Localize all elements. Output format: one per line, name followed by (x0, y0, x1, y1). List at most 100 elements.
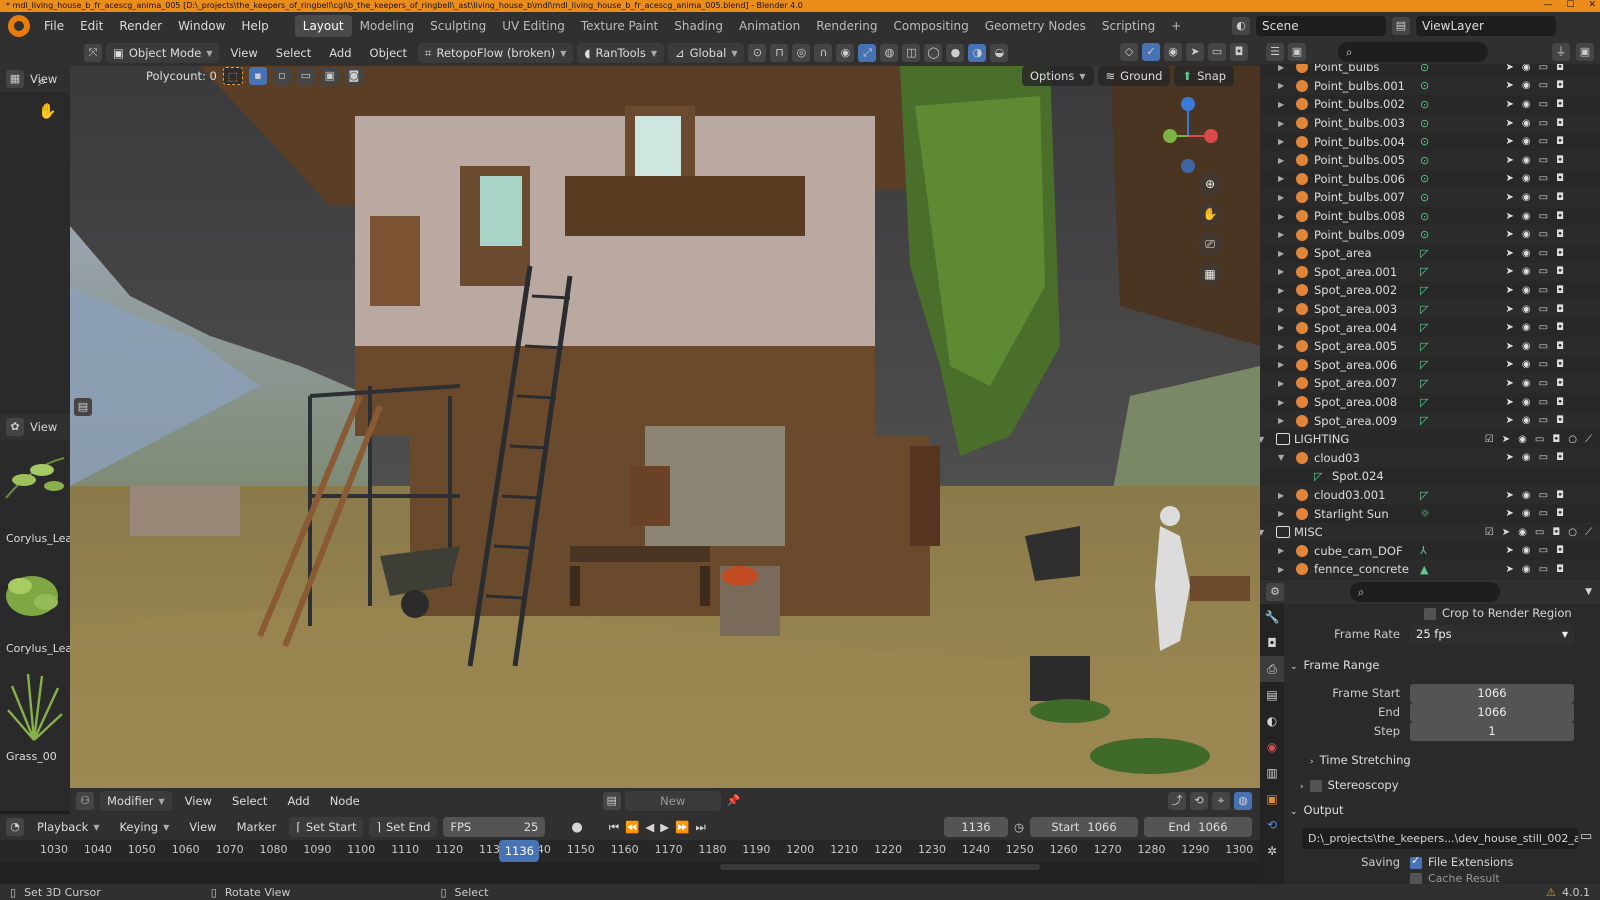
render-camera-icon[interactable]: ◘ (1556, 64, 1564, 73)
select-box-icon[interactable]: ⬚ (222, 67, 243, 85)
selectable-icon[interactable]: ➤ (1506, 564, 1514, 575)
eye-icon[interactable]: ◉ (1522, 359, 1531, 370)
expand-right-icon[interactable]: ▶ (1278, 100, 1284, 109)
file-extensions-toggle[interactable]: File Extensions (1410, 854, 1513, 869)
eye-icon[interactable]: ◉ (1522, 118, 1531, 129)
outliner-row[interactable]: ▶ fennce_concrete ▲ ➤ ◉ ▭ ◘ (1260, 560, 1600, 579)
expand-right-icon[interactable]: ▶ (1278, 156, 1284, 165)
properties-search-input[interactable]: ⌕ (1350, 582, 1500, 602)
lamp-point-icon[interactable]: ⊙ (1420, 191, 1429, 204)
expand-right-icon[interactable]: ▶ (1278, 360, 1284, 369)
outliner-row[interactable]: ▶ Spot_area.002 ◸ ➤ ◉ ▭ ◘ (1260, 281, 1600, 300)
zoom-in-icon[interactable]: ⊕ (1198, 172, 1222, 196)
selectable-icon[interactable]: ➤ (1506, 285, 1514, 296)
select-extend-icon[interactable]: ▫ (272, 67, 291, 85)
expand-right-icon[interactable]: ▶ (1278, 305, 1284, 314)
time-stretching-panel-header[interactable]: › Time Stretching (1310, 753, 1411, 767)
render-camera-icon[interactable]: ◘ (1556, 359, 1564, 370)
selectable-icon[interactable]: ➤ (1506, 452, 1514, 463)
pivot-icon[interactable]: ⊙ (748, 44, 767, 62)
view-layer-tab-icon[interactable]: ▤ (1260, 682, 1284, 708)
outliner-row[interactable]: ▶ Spot_area.001 ◸ ➤ ◉ ▭ ◘ (1260, 262, 1600, 282)
expand-right-icon[interactable]: ▶ (1278, 398, 1284, 407)
material-shading-icon[interactable]: ◑ (968, 44, 987, 62)
eye-icon[interactable]: ◉ (1522, 64, 1531, 73)
output-tab-icon[interactable]: ⎙ (1260, 656, 1284, 682)
exclude-checkbox-icon[interactable]: ☑ (1485, 434, 1494, 445)
expand-right-icon[interactable]: ▶ (1278, 119, 1284, 128)
outliner-row[interactable]: ▶ Starlight Sun ☼ ➤ ◉ ▭ ◘ (1260, 504, 1600, 523)
stereoscopy-checkbox[interactable] (1309, 779, 1322, 792)
outliner-row[interactable]: ▶ Spot_area ◸ ➤ ◉ ▭ ◘ (1260, 244, 1600, 263)
menu-window[interactable]: Window (170, 19, 233, 33)
viewport-icon[interactable]: ▭ (1535, 527, 1544, 538)
lamp-spot-icon[interactable]: ◸ (1420, 265, 1428, 278)
select-intersect-icon[interactable]: ◙ (344, 67, 363, 85)
expand-right-icon[interactable]: ▶ (1278, 509, 1284, 518)
falloff-icon[interactable]: ∩ (814, 44, 833, 62)
solid-shading-icon[interactable]: ● (946, 44, 965, 62)
selectable-icon[interactable]: ➤ (1506, 397, 1514, 408)
xray-icon[interactable]: ◫ (902, 44, 921, 62)
frame-step-field[interactable]: 1 (1410, 721, 1574, 741)
play-reverse-icon[interactable]: ◀ (645, 820, 654, 834)
navigation-gizmo[interactable] (1148, 94, 1228, 174)
render-camera-icon[interactable]: ◘ (1556, 248, 1564, 259)
holdout-icon[interactable]: ○ (1568, 527, 1577, 538)
frame-rate-select[interactable]: 25 fps ▼ (1410, 624, 1574, 644)
expand-right-icon[interactable]: ▶ (1278, 137, 1284, 146)
options-menu[interactable]: Options ▼ (1022, 66, 1094, 86)
asset-thumbnail[interactable] (2, 666, 66, 744)
outliner-row[interactable]: ▶ Spot_area.004 ◸ ➤ ◉ ▭ ◘ (1260, 318, 1600, 337)
timeline-menu-playback[interactable]: Playback ▼ (30, 817, 106, 837)
properties-editor-type-icon[interactable]: ⚙ (1266, 583, 1284, 601)
expand-right-icon[interactable]: ▶ (1278, 64, 1284, 72)
viewport-icon[interactable]: ▭ (1539, 211, 1548, 222)
checkbox-filter-icon[interactable]: ✓ (1142, 43, 1160, 61)
expand-right-icon[interactable]: ▶ (1278, 230, 1284, 239)
viewport-menu-object[interactable]: Object (363, 43, 414, 63)
eye-icon[interactable]: ◉ (1522, 155, 1531, 166)
viewport-icon[interactable]: ▭ (1539, 490, 1548, 501)
workspace-tab-rendering[interactable]: Rendering (808, 15, 885, 37)
eye-icon[interactable]: ◉ (1522, 397, 1531, 408)
modifier-tab-icon[interactable]: ⟲ (1260, 812, 1284, 838)
outliner-row[interactable]: ▶ Point_bulbs.007 ⊙ ➤ ◉ ▭ ◘ (1260, 188, 1600, 207)
warning-icon[interactable]: ⚠ (1546, 886, 1556, 899)
lamp-spot-icon[interactable]: ◸ (1420, 489, 1428, 502)
add-workspace-icon[interactable]: + (1163, 15, 1189, 37)
selectable-icon[interactable]: ➤ (1506, 80, 1514, 91)
indirect-icon[interactable]: ⟋ (1585, 527, 1592, 538)
viewport-icon[interactable]: ▭ (1539, 452, 1548, 463)
render-camera-icon[interactable]: ◘ (1556, 192, 1564, 203)
eye-icon[interactable]: ◉ (1522, 211, 1531, 222)
lamp-point-icon[interactable]: ⊙ (1420, 79, 1429, 92)
selectable-icon[interactable]: ➤ (1506, 211, 1514, 222)
visibility-icon[interactable]: ◉ (836, 44, 855, 62)
viewport-icon[interactable]: ▭ (1539, 508, 1548, 519)
render-camera-icon[interactable]: ◘ (1556, 136, 1564, 147)
outliner-row[interactable]: ▶ Point_bulbs.006 ⊙ ➤ ◉ ▭ ◘ (1260, 170, 1600, 189)
render-camera-icon[interactable]: ◘ (1556, 155, 1564, 166)
node-menu-view[interactable]: View (178, 791, 219, 811)
indirect-icon[interactable]: ⟋ (1585, 434, 1592, 445)
render-camera-icon[interactable]: ◘ (1556, 266, 1564, 277)
viewport-icon[interactable]: ▭ (1539, 248, 1548, 259)
selectable-icon[interactable]: ➤ (1506, 248, 1514, 259)
selectable-icon[interactable]: ➤ (1506, 490, 1514, 501)
eye-icon[interactable]: ◉ (1522, 564, 1531, 575)
viewport-icon[interactable]: ▭ (1539, 192, 1548, 203)
lamp-point-icon[interactable]: ⊙ (1420, 210, 1429, 223)
eye-icon[interactable]: ◉ (1522, 322, 1531, 333)
selectable-icon[interactable]: ➤ (1506, 378, 1514, 389)
close-icon[interactable]: ✕ (1588, 0, 1596, 12)
scene-selector[interactable]: Scene (1256, 16, 1386, 36)
workspace-tab-sculpting[interactable]: Sculpting (422, 15, 494, 37)
set-end-button[interactable]: ⌉ Set End (369, 817, 438, 837)
outliner-row[interactable]: ▶ Spot_area.005 ◸ ➤ ◉ ▭ ◘ (1260, 337, 1600, 356)
gizmo-toggle-icon[interactable]: ⤢ (858, 44, 877, 62)
lamp-point-icon[interactable]: ⊙ (1420, 117, 1429, 130)
snap-icon[interactable]: ⊓ (770, 44, 789, 62)
wireframe-shading-icon[interactable]: ◯ (924, 44, 943, 62)
expand-right-icon[interactable]: ▶ (1278, 546, 1284, 555)
